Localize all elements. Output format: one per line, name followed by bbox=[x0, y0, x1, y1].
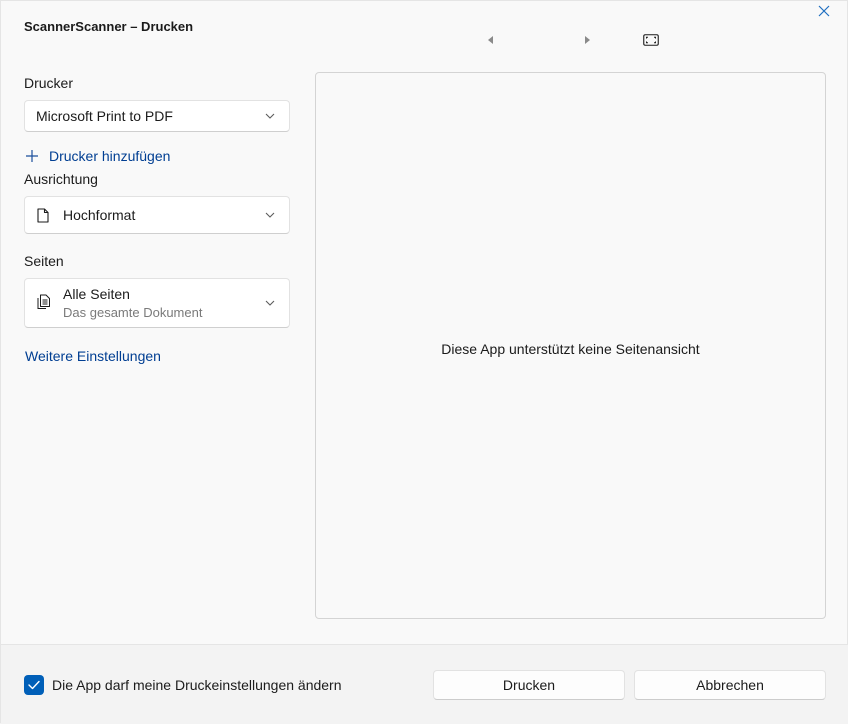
orientation-selected-value: Hochformat bbox=[63, 207, 136, 223]
more-settings-link[interactable]: Weitere Einstellungen bbox=[25, 348, 161, 364]
printer-selected-value: Microsoft Print to PDF bbox=[36, 108, 173, 124]
allow-app-settings-label: Die App darf meine Druckeinstellungen än… bbox=[52, 677, 342, 693]
add-printer-label: Drucker hinzufügen bbox=[49, 148, 171, 164]
printer-label: Drucker bbox=[24, 75, 74, 91]
fit-page-button[interactable] bbox=[641, 32, 661, 48]
add-printer-link[interactable]: Drucker hinzufügen bbox=[25, 148, 170, 164]
next-page-button[interactable] bbox=[578, 32, 596, 48]
orientation-label: Ausrichtung bbox=[24, 171, 98, 187]
orientation-select[interactable]: Hochformat bbox=[24, 196, 290, 234]
chevron-down-icon bbox=[265, 212, 275, 218]
prev-page-button[interactable] bbox=[482, 32, 500, 48]
cancel-button[interactable]: Abbrechen bbox=[634, 670, 826, 700]
plus-icon bbox=[26, 150, 38, 162]
chevron-down-icon bbox=[265, 113, 275, 119]
print-preview-area: Diese App unterstützt keine Seitenansich… bbox=[315, 72, 826, 619]
checkmark-icon bbox=[28, 680, 40, 690]
pages-label: Seiten bbox=[24, 253, 64, 269]
chevron-down-icon bbox=[265, 300, 275, 306]
document-icon bbox=[37, 207, 49, 223]
next-page-icon bbox=[585, 36, 590, 44]
close-icon bbox=[818, 5, 830, 17]
dialog-title: ScannerScanner – Drucken bbox=[24, 19, 194, 34]
fit-page-icon bbox=[643, 34, 659, 46]
pages-selected-description: Das gesamte Dokument bbox=[63, 305, 203, 320]
pages-icon bbox=[37, 294, 50, 309]
allow-app-settings-checkbox[interactable] bbox=[24, 675, 44, 695]
pages-selected-value: Alle Seiten bbox=[63, 286, 130, 302]
printer-select[interactable]: Microsoft Print to PDF bbox=[24, 100, 290, 132]
prev-page-icon bbox=[488, 36, 493, 44]
close-button[interactable] bbox=[813, 1, 835, 21]
preview-message: Diese App unterstützt keine Seitenansich… bbox=[441, 341, 700, 357]
print-button[interactable]: Drucken bbox=[433, 670, 625, 700]
pages-value-group: Alle Seiten Das gesamte Dokument bbox=[63, 286, 202, 320]
print-dialog: ScannerScanner – Drucken Drucker Microso… bbox=[0, 0, 848, 724]
pages-select[interactable]: Alle Seiten Das gesamte Dokument bbox=[24, 278, 290, 328]
